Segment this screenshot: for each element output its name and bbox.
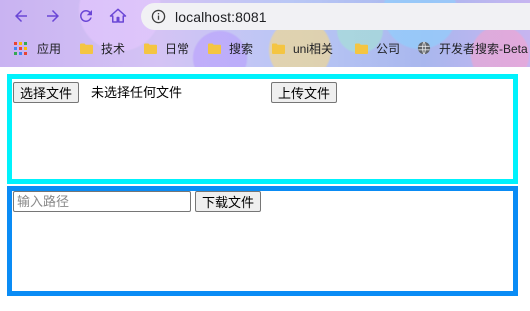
bookmark-folder-search[interactable]: 搜索 (208, 37, 253, 59)
bookmark-folder-company[interactable]: 公司 (355, 37, 400, 59)
address-bar[interactable]: localhost:8081 (141, 3, 530, 30)
bookmark-label: 开发者搜索-Beta (439, 41, 528, 56)
folder-icon (80, 43, 93, 54)
apps-grid-icon (14, 41, 27, 55)
bookmark-label: uni相关 (293, 41, 334, 56)
url-text: localhost:8081 (175, 8, 267, 25)
bookmarks-bar: 应用 技术 日常 搜索 uni相关 公司 开发者搜索-Beta (0, 37, 530, 59)
bookmark-label: 公司 (376, 41, 401, 56)
folder-icon (355, 43, 368, 54)
arrow-left-icon (15, 10, 27, 22)
bookmark-apps[interactable]: 应用 (14, 37, 61, 59)
download-button[interactable]: 下载文件 (195, 191, 262, 212)
bookmark-folder-tech[interactable]: 技术 (80, 37, 125, 59)
reload-button[interactable] (75, 5, 97, 27)
folder-icon (208, 43, 221, 54)
back-button[interactable] (10, 5, 32, 27)
globe-icon (417, 41, 431, 55)
upload-panel: 选择文件 未选择任何文件 上传文件 (7, 74, 518, 184)
folder-icon (144, 43, 157, 54)
path-input[interactable] (13, 191, 191, 212)
bookmark-dev-search[interactable]: 开发者搜索-Beta (417, 37, 528, 59)
home-button[interactable] (107, 5, 129, 27)
forward-button[interactable] (42, 5, 64, 27)
file-status-text: 未选择任何文件 (91, 85, 183, 100)
home-icon (109, 8, 127, 23)
arrow-right-icon (47, 10, 59, 22)
bookmark-label: 搜索 (229, 41, 254, 56)
download-panel: 下载文件 (7, 186, 518, 296)
bookmark-label: 技术 (101, 41, 126, 56)
choose-file-button[interactable]: 选择文件 (13, 82, 80, 103)
bookmark-folder-daily[interactable]: 日常 (144, 37, 189, 59)
reload-icon (80, 9, 92, 22)
info-icon[interactable] (151, 9, 166, 24)
folder-icon (272, 43, 285, 54)
bookmark-label: 应用 (37, 41, 62, 56)
browser-chrome: localhost:8081 应用 技术 日常 搜索 uni相关 公司 开发者搜… (0, 0, 530, 67)
bookmark-folder-uni[interactable]: uni相关 (272, 37, 333, 59)
bookmark-label: 日常 (165, 41, 190, 56)
upload-button[interactable]: 上传文件 (271, 82, 338, 103)
